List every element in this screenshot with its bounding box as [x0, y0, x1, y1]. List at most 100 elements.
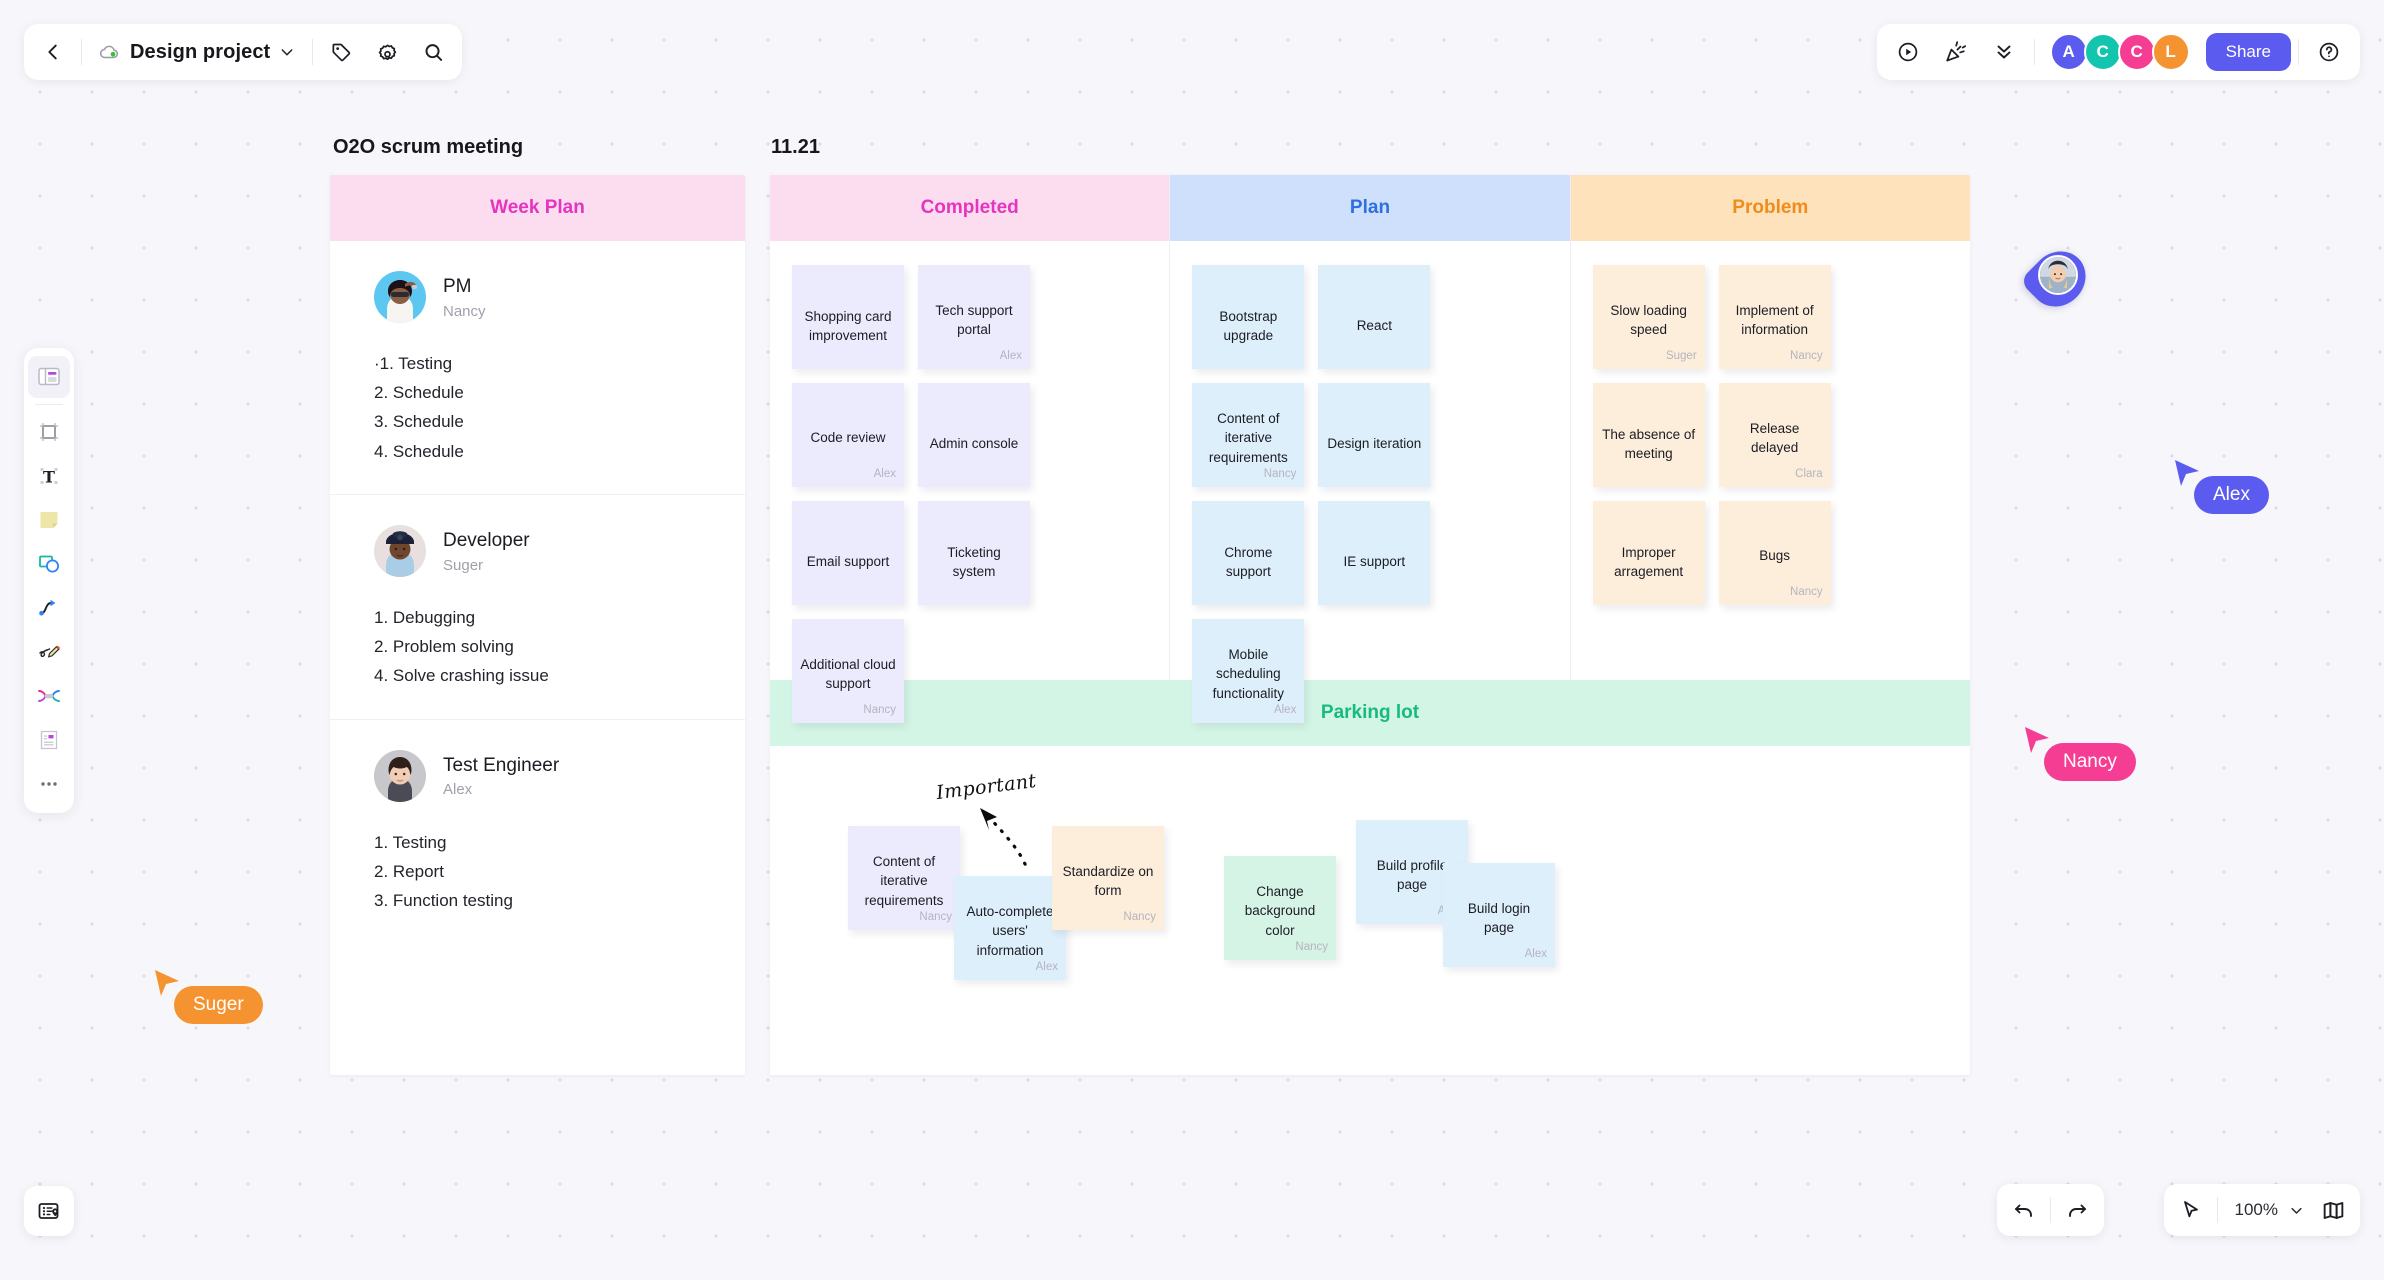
share-button[interactable]: Share	[2205, 33, 2291, 71]
undo-arrow-icon	[2015, 1204, 2032, 1217]
sticky-note-text: Change background color	[1244, 884, 1316, 938]
frame-icon	[40, 423, 58, 441]
sticky-note-author: Alex	[1035, 961, 1058, 973]
sticky-note-text: Release delayed	[1749, 420, 1800, 455]
svg-text:T: T	[43, 468, 55, 487]
minimap-button[interactable]	[24, 1186, 74, 1236]
sticky-note[interactable]: Content of iterative requirements Nancy	[848, 826, 960, 930]
search-button[interactable]	[410, 29, 456, 75]
project-title: Design project	[130, 40, 271, 63]
week-plan-frame[interactable]: Week Plan PM Nancy ·1. Testing 2. Schedul…	[330, 175, 745, 1075]
avatar-3[interactable]: L	[2151, 33, 2190, 71]
avatar-2[interactable]: C	[2117, 33, 2156, 71]
sticky-note[interactable]: Slow loading speed Suger	[1592, 265, 1705, 369]
connector-icon	[39, 599, 56, 616]
scrum-board-frame[interactable]: Completed Shopping card improvement Tech s…	[770, 175, 1970, 1075]
sticky-note[interactable]: Tech support portal Alex	[918, 265, 1030, 369]
sticky-note[interactable]: Improper arragement	[1592, 501, 1705, 605]
role-block[interactable]: Test Engineer Alex 1. Testing 2. Report 3.…	[330, 720, 745, 944]
tool-document[interactable]	[28, 719, 70, 761]
role-block[interactable]: PM Nancy ·1. Testing 2. Schedule 3. Schedu…	[330, 241, 745, 495]
avatar-0[interactable]: A	[2049, 33, 2088, 71]
back-button[interactable]	[30, 29, 76, 75]
sticky-note-text: Auto-complete users' information	[966, 904, 1054, 958]
sticky-note[interactable]: Standardize on form Nancy	[1052, 826, 1164, 930]
role-block[interactable]: Developer Suger 1. Debugging 2. Problem s…	[330, 495, 745, 720]
avatar-photo-icon	[2040, 257, 2076, 293]
presence-pin-nancy[interactable]	[2019, 240, 2097, 318]
sticky-note[interactable]: Implement of information Nancy	[1718, 265, 1831, 369]
scrum-column: Plan Bootstrap upgrade React Content of ite…	[1170, 175, 1571, 723]
undo-button[interactable]	[2003, 1189, 2045, 1231]
role-person-name: Alex	[443, 781, 473, 799]
sticky-note[interactable]: IE support	[1318, 501, 1431, 605]
tool-text[interactable]: T	[28, 455, 70, 497]
sticky-note[interactable]: Bootstrap upgrade	[1192, 265, 1305, 369]
collapse-button[interactable]	[1981, 29, 2027, 75]
sticky-note-icon	[40, 512, 58, 528]
sticky-note[interactable]: Chrome support	[1192, 501, 1305, 605]
tool-pen[interactable]	[28, 631, 70, 673]
sticky-note[interactable]: Shopping card improvement	[792, 265, 904, 369]
chevron-down-icon	[281, 49, 293, 56]
divider	[2298, 39, 2299, 65]
redo-button[interactable]	[2056, 1189, 2098, 1231]
document-icon	[40, 730, 58, 750]
sticky-note[interactable]: Additional cloud support Nancy	[792, 619, 904, 723]
celebrate-button[interactable]	[1933, 29, 1979, 75]
sticky-note-author: Nancy	[1123, 911, 1156, 923]
role-text: Developer Suger	[443, 528, 530, 574]
sticky-note[interactable]: React	[1318, 265, 1431, 369]
scrum-column-header: Problem	[1570, 175, 1970, 241]
role-task-list: ·1. Testing 2. Schedule 3. Schedule 4. Sche…	[374, 349, 701, 466]
sticky-note[interactable]: Admin console	[918, 383, 1030, 487]
sticky-note-text: Shopping card improvement	[804, 308, 892, 343]
sticky-note[interactable]: Release delayed Clara	[1718, 383, 1831, 487]
sticky-note[interactable]: Auto-complete users' information Alex	[954, 876, 1066, 980]
sticky-note[interactable]: Bugs Nancy	[1718, 501, 1831, 605]
avatar-1[interactable]: C	[2083, 33, 2122, 71]
party-popper-icon	[1945, 41, 1966, 62]
role-task-item: 4. Schedule	[374, 441, 464, 461]
tags-button[interactable]	[318, 29, 364, 75]
tool-frame[interactable]	[28, 411, 70, 453]
tool-more[interactable]	[28, 763, 70, 805]
tool-shapes[interactable]	[28, 543, 70, 585]
sticky-note[interactable]: Ticketing system	[918, 501, 1030, 605]
zoom-level-dropdown[interactable]: 100%	[2223, 1189, 2312, 1231]
select-tool-button[interactable]	[2170, 1189, 2212, 1231]
sticky-note[interactable]: Code review Alex	[792, 383, 904, 487]
sticky-note[interactable]: Change background color Nancy	[1224, 856, 1336, 960]
collaborator-avatars: ACCL	[2049, 33, 2190, 71]
present-button[interactable]	[1885, 29, 1931, 75]
role-task-list: 1. Debugging 2. Problem solving 4. Solve c…	[374, 603, 701, 691]
gear-icon	[378, 44, 397, 60]
project-name-dropdown[interactable]: Design project	[87, 29, 307, 75]
role-identity: PM Nancy	[374, 271, 701, 323]
divider	[81, 39, 82, 65]
sticky-note-text: Ticketing system	[947, 544, 1001, 579]
sticky-note[interactable]: Content of iterative requirements Nancy	[1192, 383, 1305, 487]
sticky-note-author: Nancy	[1790, 350, 1823, 362]
sticky-note[interactable]: Design iteration	[1318, 383, 1431, 487]
sticky-note[interactable]: The absence of meeting	[1592, 383, 1705, 487]
sticky-note[interactable]: Email support	[792, 501, 904, 605]
sticky-note[interactable]: Build login page Alex	[1443, 863, 1555, 967]
tool-sticky-note[interactable]	[28, 499, 70, 541]
minimap-icon	[38, 1203, 59, 1219]
sticky-note-author: Alex	[1524, 948, 1547, 960]
zoom-level-label: 100%	[2234, 1200, 2278, 1219]
settings-button[interactable]	[364, 29, 410, 75]
tool-connector[interactable]	[28, 587, 70, 629]
sticky-note-text: Code review	[810, 430, 886, 446]
sticky-note-text: The absence of meeting	[1602, 426, 1696, 461]
help-button[interactable]	[2306, 29, 2352, 75]
role-text: PM Nancy	[443, 274, 486, 320]
scrum-column: Completed Shopping card improvement Tech s…	[770, 175, 1171, 723]
redo-arrow-icon	[2069, 1204, 2086, 1217]
role-task-item: 4. Solve crashing issue	[374, 666, 549, 686]
tool-mindmap[interactable]	[28, 675, 70, 717]
sticky-note[interactable]: Mobile scheduling functionality Alex	[1192, 619, 1305, 723]
tool-template[interactable]	[28, 356, 70, 398]
map-view-button[interactable]	[2312, 1189, 2354, 1231]
